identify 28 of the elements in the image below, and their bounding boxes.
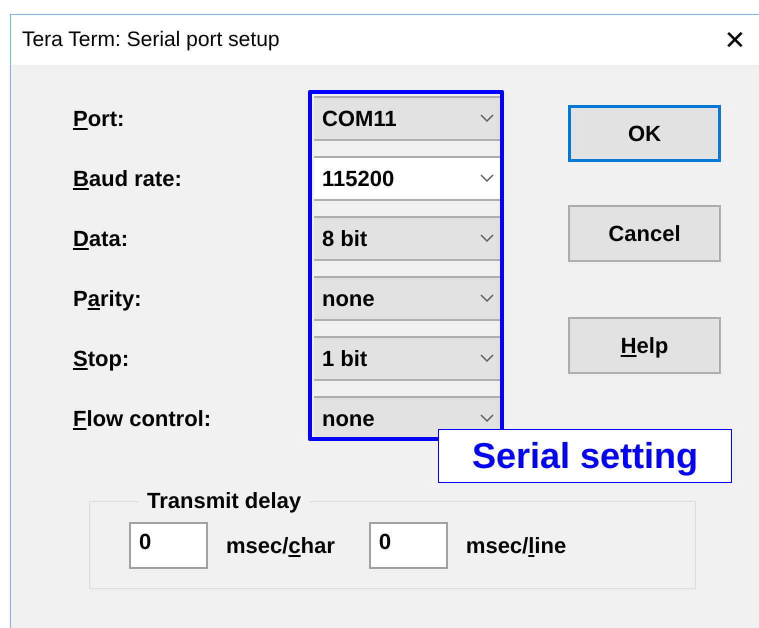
dropdown[interactable]: 115200 [314, 156, 501, 200]
chevron-icon [479, 113, 495, 123]
field-label: Port: [73, 104, 126, 132]
chevron-icon [479, 413, 495, 423]
close-button[interactable]: ✕ [717, 22, 753, 58]
dialog-button[interactable]: Cancel [568, 205, 721, 262]
dropdown[interactable]: 1 bit [314, 336, 501, 380]
delay-input[interactable]: 0 [368, 522, 448, 569]
chevron-icon [479, 293, 495, 303]
annotation-callout: Serial setting [438, 429, 732, 483]
dropdown[interactable]: 8 bit [314, 216, 501, 260]
dropdown[interactable]: none [314, 276, 501, 320]
unit-label: msec/line [466, 532, 566, 560]
unit-label: msec/char [226, 532, 335, 560]
dropdown[interactable]: COM11 [314, 96, 501, 140]
field-label: Stop: [73, 344, 130, 373]
field-label: Parity: [73, 284, 142, 313]
dialog-button[interactable]: Help [568, 317, 721, 374]
chevron-icon [479, 173, 495, 183]
chevron-icon [479, 233, 495, 243]
chevron-icon [479, 353, 495, 363]
field-label: Baud rate: [73, 164, 183, 192]
group-title: Transmit delay [146, 490, 302, 512]
window-title: Tera Term: Serial port setup [22, 27, 280, 54]
field-label: Data: [73, 224, 130, 252]
dialog-button[interactable]: OK [568, 105, 721, 162]
delay-input[interactable]: 0 [129, 522, 208, 569]
field-label: Flow control: [73, 404, 212, 432]
